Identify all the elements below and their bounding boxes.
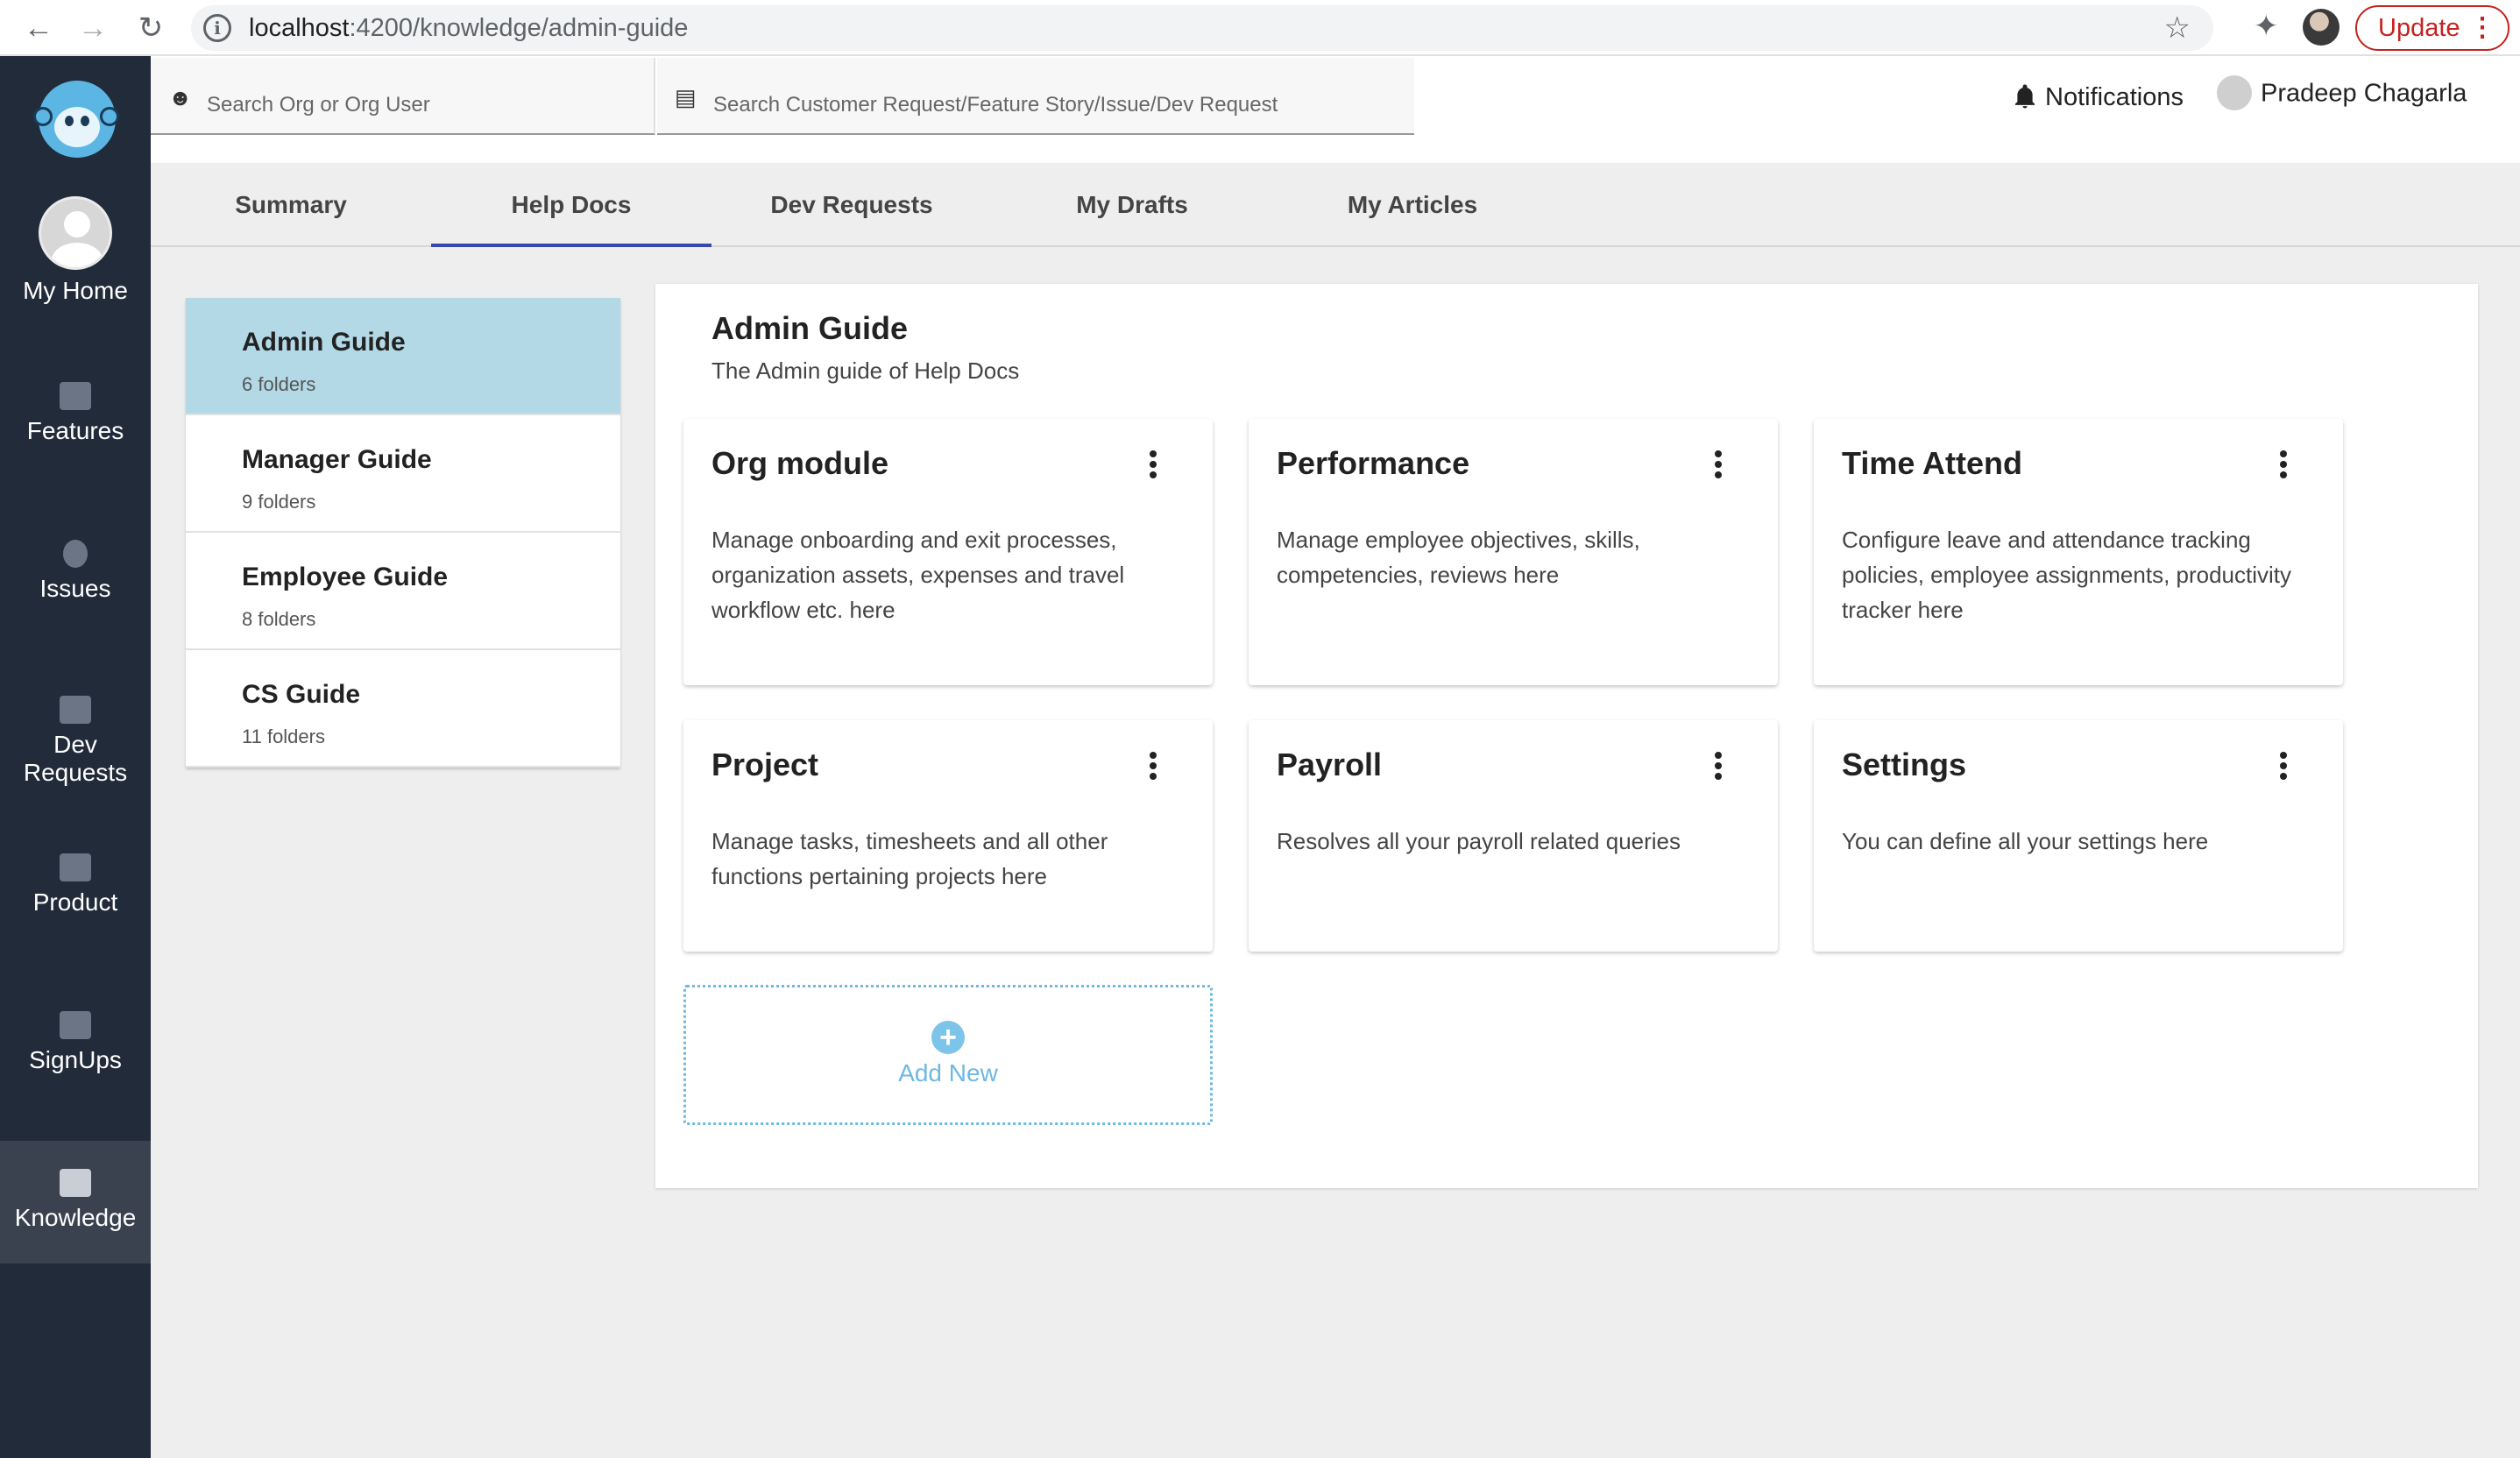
notifications-button[interactable]: Notifications xyxy=(2012,77,2184,112)
guide-item-admin[interactable]: Admin Guide 6 folders xyxy=(186,298,620,415)
tab-dev-requests[interactable]: Dev Requests xyxy=(711,163,992,247)
add-new-label: Add New xyxy=(898,1059,998,1086)
person-search-icon: ☻ xyxy=(168,84,193,110)
guide-content-panel: Admin Guide The Admin guide of Help Docs… xyxy=(655,284,2478,1188)
clipboard-icon xyxy=(60,382,91,410)
guide-name: CS Guide xyxy=(242,680,361,709)
bell-icon xyxy=(2014,84,2035,109)
notifications-label: Notifications xyxy=(2045,83,2184,111)
guide-folder-count: 6 folders xyxy=(242,373,316,395)
user-avatar-icon xyxy=(39,196,112,270)
search-request-box: ▤ xyxy=(657,58,1414,135)
sidebar-item-my-home[interactable]: My Home xyxy=(0,196,151,305)
document-search-icon: ▤ xyxy=(675,84,697,110)
card-description: Resolves all your payroll related querie… xyxy=(1277,828,1681,854)
add-circle-icon: + xyxy=(931,1021,965,1054)
folder-card-project[interactable]: Project Manage tasks, timesheets and all… xyxy=(683,720,1213,952)
building-icon xyxy=(60,853,91,881)
card-title: Time Attend xyxy=(1842,445,2023,481)
user-name: Pradeep Chagarla xyxy=(2261,79,2467,108)
more-vert-icon[interactable] xyxy=(1148,450,1158,482)
sidebar-item-features[interactable]: Features xyxy=(0,382,151,445)
sidebar-item-label: SignUps xyxy=(29,1046,122,1073)
user-menu[interactable]: Pradeep Chagarla ⌄ xyxy=(2217,75,2467,112)
back-arrow-icon[interactable]: ← xyxy=(19,9,58,47)
guide-name: Employee Guide xyxy=(242,563,449,591)
card-title: Payroll xyxy=(1277,747,1383,782)
sidebar-item-knowledge[interactable]: Knowledge xyxy=(0,1141,151,1263)
add-new-folder-button[interactable]: + Add New xyxy=(683,985,1213,1125)
card-description: Manage tasks, timesheets and all other f… xyxy=(711,828,1108,889)
more-vert-icon[interactable] xyxy=(1148,752,1158,783)
sidebar-item-label: Features xyxy=(26,417,124,444)
extensions-puzzle-icon[interactable]: ✦ xyxy=(2254,9,2279,44)
sidebar-item-signups[interactable]: SignUps xyxy=(0,1011,151,1074)
card-description: Manage employee objectives, skills, comp… xyxy=(1277,527,1640,588)
kebab-menu-icon: ⋮ xyxy=(2469,13,2495,42)
app-logo-monkey-icon[interactable] xyxy=(33,81,119,158)
card-title: Project xyxy=(711,747,819,782)
card-title: Org module xyxy=(711,445,889,481)
page-subtitle: The Admin guide of Help Docs xyxy=(711,357,1020,384)
guide-folder-count: 9 folders xyxy=(242,491,316,513)
more-vert-icon[interactable] xyxy=(2278,752,2289,783)
search-org-box: ☻ xyxy=(151,58,873,135)
page-title: Admin Guide xyxy=(711,310,908,346)
bug-icon xyxy=(63,540,88,568)
guide-name: Admin Guide xyxy=(242,328,406,357)
info-icon[interactable]: i xyxy=(203,14,231,42)
folder-card-settings[interactable]: Settings You can define all your setting… xyxy=(1814,720,2343,952)
tab-my-drafts[interactable]: My Drafts xyxy=(992,163,1272,247)
tab-help-docs[interactable]: Help Docs xyxy=(431,163,711,247)
card-title: Settings xyxy=(1842,747,1967,782)
search-request-input[interactable] xyxy=(713,93,1379,117)
folder-card-org-module[interactable]: Org module Manage onboarding and exit pr… xyxy=(683,419,1213,685)
sidebar-item-product[interactable]: Product xyxy=(0,853,151,917)
graduation-cap-icon xyxy=(60,1169,91,1197)
guide-item-cs[interactable]: CS Guide 11 folders xyxy=(186,650,620,768)
guide-folder-count: 8 folders xyxy=(242,608,316,630)
folder-card-payroll[interactable]: Payroll Resolves all your payroll relate… xyxy=(1249,720,1778,952)
sidebar-item-label: Knowledge xyxy=(14,1204,137,1231)
card-description: Manage onboarding and exit processes, or… xyxy=(711,527,1125,623)
sidebar-item-issues[interactable]: Issues xyxy=(0,540,151,603)
tab-summary[interactable]: Summary xyxy=(151,163,431,247)
more-vert-icon[interactable] xyxy=(2278,450,2289,482)
guide-item-employee[interactable]: Employee Guide 8 folders xyxy=(186,533,620,650)
user-avatar xyxy=(2217,75,2252,110)
reload-icon[interactable]: ↻ xyxy=(131,9,170,47)
folder-card-performance[interactable]: Performance Manage employee objectives, … xyxy=(1249,419,1778,685)
guide-folder-count: 11 folders xyxy=(242,725,325,747)
more-vert-icon[interactable] xyxy=(1713,752,1724,783)
card-description: You can define all your settings here xyxy=(1842,828,2209,854)
card-title: Performance xyxy=(1277,445,1470,481)
tab-bar: Summary Help Docs Dev Requests My Drafts… xyxy=(151,163,2520,247)
address-bar[interactable]: i localhost:4200/knowledge/admin-guide ☆ xyxy=(191,5,2213,51)
sidebar-item-label: Product xyxy=(32,888,118,916)
flag-icon xyxy=(60,696,91,724)
more-vert-icon[interactable] xyxy=(1713,450,1724,482)
sidebar-item-label: My Home xyxy=(23,277,128,304)
top-bar: ☻ ▤ Notifications Pradeep Chagarla ⌄ xyxy=(151,56,2520,163)
browser-profile-avatar[interactable] xyxy=(2303,9,2339,46)
card-description: Configure leave and attendance tracking … xyxy=(1842,527,2292,623)
id-card-icon xyxy=(60,1011,91,1039)
url-text: localhost:4200/knowledge/admin-guide xyxy=(249,14,689,42)
bookmark-star-icon[interactable]: ☆ xyxy=(2164,11,2191,46)
sidebar-item-dev-requests[interactable]: Dev Requests xyxy=(0,696,151,787)
sidebar-item-label: Dev Requests xyxy=(23,731,128,786)
sidebar-item-label: Issues xyxy=(39,575,111,602)
guide-item-manager[interactable]: Manager Guide 9 folders xyxy=(186,415,620,533)
sidebar: My Home Features Issues Dev Requests Pro… xyxy=(0,56,151,1458)
browser-toolbar: ← → ↻ i localhost:4200/knowledge/admin-g… xyxy=(0,0,2520,56)
forward-arrow-icon[interactable]: → xyxy=(74,9,112,47)
tab-my-articles[interactable]: My Articles xyxy=(1272,163,1553,247)
browser-update-button[interactable]: Update ⋮ xyxy=(2355,5,2509,51)
guide-list: Admin Guide 6 folders Manager Guide 9 fo… xyxy=(186,298,620,768)
folder-card-time-attend[interactable]: Time Attend Configure leave and attendan… xyxy=(1814,419,2343,685)
guide-name: Manager Guide xyxy=(242,445,432,474)
